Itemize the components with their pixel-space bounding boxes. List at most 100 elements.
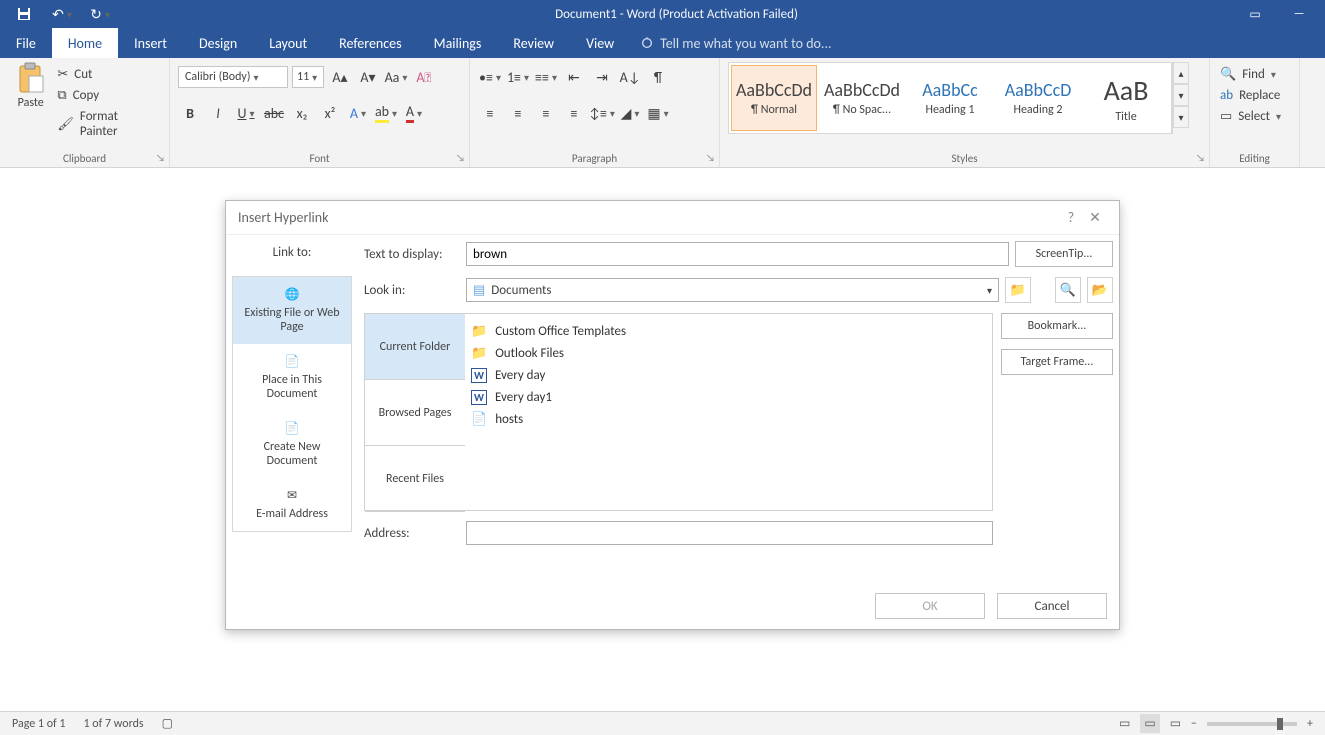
ribbon-options-icon[interactable]: ▭: [1237, 3, 1273, 25]
strikethrough-button[interactable]: abc: [262, 102, 286, 124]
font-name-combobox[interactable]: Calibri (Body): [178, 66, 288, 88]
font-size-combobox[interactable]: 11: [292, 66, 324, 88]
text-effects-button[interactable]: A: [346, 102, 370, 124]
tab-insert[interactable]: Insert: [118, 28, 183, 58]
sort-button[interactable]: A↓: [618, 66, 642, 88]
tab-home[interactable]: Home: [52, 28, 118, 58]
format-painter-button[interactable]: 🖌Format Painter: [53, 108, 161, 140]
undo-button[interactable]: ↶: [48, 2, 76, 26]
clear-formatting-button[interactable]: A⃠: [412, 66, 436, 88]
tab-references[interactable]: References: [323, 28, 417, 58]
list-item[interactable]: 📁Custom Office Templates: [471, 320, 986, 342]
style-no-spacing[interactable]: AaBbCcDd¶ No Spac...: [819, 65, 905, 131]
dialog-close-button[interactable]: ✕: [1083, 209, 1107, 226]
font-launcher[interactable]: ↘: [456, 151, 465, 164]
list-item[interactable]: 📁Outlook Files: [471, 342, 986, 364]
dialog-help-button[interactable]: ?: [1059, 209, 1083, 226]
superscript-button[interactable]: x²: [318, 102, 342, 124]
shading-button[interactable]: ◢: [618, 102, 642, 124]
link-to-existing[interactable]: 🌐 Existing File or Web Page: [233, 277, 351, 344]
bullets-button[interactable]: •≡: [478, 66, 502, 88]
font-color-button[interactable]: A: [402, 102, 426, 124]
clipboard-launcher[interactable]: ↘: [156, 151, 165, 164]
line-spacing-button[interactable]: ↕≡: [590, 102, 614, 124]
list-item[interactable]: WEvery day1: [471, 386, 986, 408]
decrease-indent-button[interactable]: ⇤: [562, 66, 586, 88]
zoom-slider[interactable]: [1207, 722, 1297, 726]
highlight-button[interactable]: ab: [374, 102, 398, 124]
bold-button[interactable]: B: [178, 102, 202, 124]
screentip-button[interactable]: ScreenTip...: [1015, 241, 1113, 267]
styles-row-down[interactable]: ▾: [1173, 84, 1189, 106]
align-center-button[interactable]: ≡: [506, 102, 530, 124]
link-to-create[interactable]: 📄 Create New Document: [233, 411, 351, 478]
zoom-in-button[interactable]: +: [1307, 717, 1313, 731]
browse-web-button[interactable]: 🔍: [1055, 277, 1081, 303]
subscript-button[interactable]: x₂: [290, 102, 314, 124]
replace-button[interactable]: abReplace: [1218, 87, 1291, 104]
style-heading-1[interactable]: AaBbCcHeading 1: [907, 65, 993, 131]
browsed-pages-tab[interactable]: Browsed Pages: [365, 380, 465, 446]
tab-design[interactable]: Design: [183, 28, 253, 58]
change-case-button[interactable]: Aa: [384, 66, 408, 88]
shrink-font-button[interactable]: A▾: [356, 66, 380, 88]
target-frame-button[interactable]: Target Frame...: [1001, 349, 1113, 375]
ok-button[interactable]: OK: [875, 593, 985, 619]
text-to-display-input[interactable]: [466, 242, 1009, 266]
tab-layout[interactable]: Layout: [253, 28, 323, 58]
numbering-button[interactable]: 1≡: [506, 66, 530, 88]
recent-files-tab[interactable]: Recent Files: [365, 446, 465, 512]
show-marks-button[interactable]: ¶: [646, 66, 670, 88]
tell-me-input[interactable]: Tell me what you want to do...: [640, 35, 831, 52]
address-input[interactable]: [466, 521, 993, 545]
save-icon[interactable]: [10, 2, 38, 26]
current-folder-tab[interactable]: Current Folder: [365, 314, 465, 380]
look-in-combobox[interactable]: ▤ Documents ▾: [466, 278, 999, 302]
folder-icon: 📁: [471, 324, 487, 339]
up-folder-button[interactable]: 📁: [1005, 277, 1031, 303]
proofing-icon[interactable]: ▢: [162, 716, 173, 731]
increase-indent-button[interactable]: ⇥: [590, 66, 614, 88]
styles-row-up[interactable]: ▴: [1173, 62, 1189, 84]
style-title[interactable]: AaBTitle: [1083, 65, 1169, 131]
italic-button[interactable]: I: [206, 102, 230, 124]
link-to-email[interactable]: ✉ E-mail Address: [233, 478, 351, 531]
zoom-out-button[interactable]: −: [1191, 717, 1197, 731]
find-button[interactable]: 🔍Find▾: [1218, 66, 1291, 83]
minimize-button[interactable]: —: [1281, 3, 1317, 25]
word-count[interactable]: 1 of 7 words: [84, 717, 144, 731]
style-normal[interactable]: AaBbCcDd¶ Normal: [731, 65, 817, 131]
read-mode-button[interactable]: ▭: [1119, 716, 1130, 731]
browse-file-button[interactable]: 📂: [1087, 277, 1113, 303]
paste-button[interactable]: Paste: [8, 62, 53, 140]
copy-button[interactable]: ⧉Copy: [53, 87, 161, 104]
multilevel-list-button[interactable]: ≡≡: [534, 66, 558, 88]
cancel-button[interactable]: Cancel: [997, 593, 1107, 619]
tab-review[interactable]: Review: [497, 28, 570, 58]
style-heading-2[interactable]: AaBbCcDHeading 2: [995, 65, 1081, 131]
list-item[interactable]: WEvery day: [471, 364, 986, 386]
link-to-place[interactable]: 📄 Place in This Document: [233, 344, 351, 411]
redo-button[interactable]: ↻: [86, 2, 114, 26]
grow-font-button[interactable]: A▴: [328, 66, 352, 88]
web-layout-button[interactable]: ▭: [1170, 716, 1181, 731]
styles-expand[interactable]: ▾: [1173, 106, 1189, 128]
print-layout-button[interactable]: ▭: [1140, 714, 1159, 733]
styles-gallery[interactable]: AaBbCcDd¶ Normal AaBbCcDd¶ No Spac... Aa…: [728, 62, 1172, 134]
cut-button[interactable]: ✂Cut: [53, 66, 161, 83]
underline-button[interactable]: U: [234, 102, 258, 124]
tab-mailings[interactable]: Mailings: [418, 28, 498, 58]
tab-file[interactable]: File: [0, 28, 52, 58]
borders-button[interactable]: ▦: [646, 102, 670, 124]
list-item[interactable]: 📄hosts: [471, 408, 986, 430]
align-right-button[interactable]: ≡: [534, 102, 558, 124]
paragraph-launcher[interactable]: ↘: [706, 151, 715, 164]
styles-launcher[interactable]: ↘: [1196, 151, 1205, 164]
select-button[interactable]: ▭Select▾: [1218, 108, 1291, 125]
file-list[interactable]: 📁Custom Office Templates 📁Outlook Files …: [465, 314, 992, 510]
tab-view[interactable]: View: [570, 28, 630, 58]
justify-button[interactable]: ≡: [562, 102, 586, 124]
bookmark-button[interactable]: Bookmark...: [1001, 313, 1113, 339]
align-left-button[interactable]: ≡: [478, 102, 502, 124]
page-status[interactable]: Page 1 of 1: [12, 717, 66, 731]
